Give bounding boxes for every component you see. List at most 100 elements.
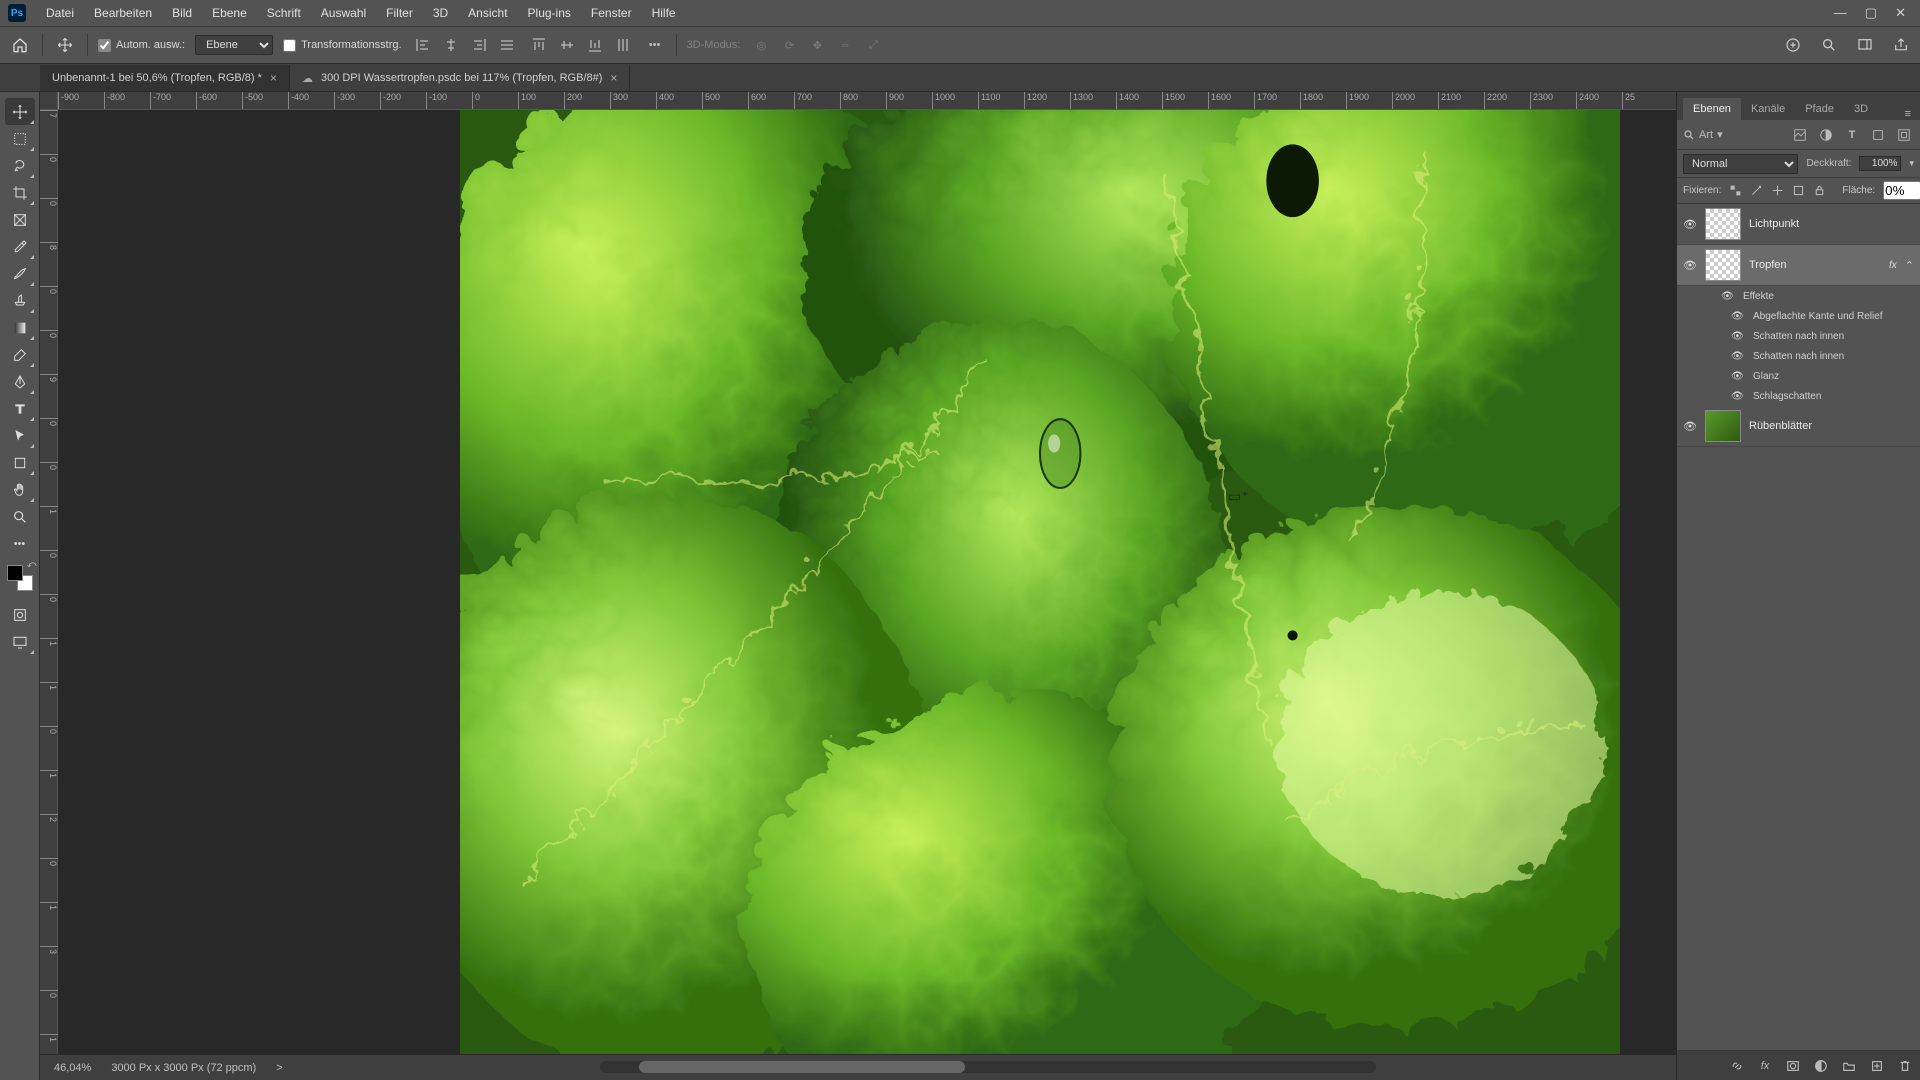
menu-plugins[interactable]: Plug-ins bbox=[518, 2, 581, 24]
menu-window[interactable]: Fenster bbox=[581, 2, 642, 24]
layer-effect[interactable]: 👁Schatten nach innen bbox=[1677, 346, 1920, 366]
lasso-tool[interactable] bbox=[5, 152, 35, 179]
menu-select[interactable]: Auswahl bbox=[311, 2, 376, 24]
layer-thumbnail[interactable] bbox=[1705, 208, 1741, 240]
menu-layer[interactable]: Ebene bbox=[202, 2, 257, 24]
search-icon[interactable] bbox=[1818, 34, 1840, 56]
visibility-icon[interactable]: 👁 bbox=[1731, 391, 1745, 402]
menu-edit[interactable]: Bearbeiten bbox=[84, 2, 162, 24]
menu-file[interactable]: Datei bbox=[36, 2, 84, 24]
window-close-icon[interactable]: ✕ bbox=[1895, 5, 1906, 21]
layer-thumbnail[interactable] bbox=[1705, 249, 1741, 281]
ruler-origin[interactable] bbox=[40, 92, 58, 110]
window-maximize-icon[interactable]: ▢ bbox=[1865, 5, 1877, 21]
align-vcenter-icon[interactable] bbox=[556, 34, 578, 56]
lock-pixels-icon[interactable] bbox=[1750, 182, 1763, 200]
visibility-icon[interactable]: 👁 bbox=[1731, 331, 1745, 342]
tab-3d[interactable]: 3D bbox=[1844, 98, 1878, 120]
distribute-h-icon[interactable] bbox=[496, 34, 518, 56]
horizontal-scrollbar[interactable] bbox=[600, 1061, 1376, 1073]
ruler-vertical[interactable]: 7008009001001101201301 bbox=[40, 110, 58, 1054]
layer-row[interactable]: 👁 Rübenblätter bbox=[1677, 406, 1920, 447]
lock-position-icon[interactable] bbox=[1771, 182, 1784, 200]
eraser-tool[interactable] bbox=[5, 341, 35, 368]
new-layer-icon[interactable] bbox=[1868, 1057, 1886, 1075]
window-minimize-icon[interactable]: — bbox=[1834, 5, 1847, 21]
chevron-down-icon[interactable]: ▾ bbox=[1909, 158, 1914, 169]
tab-paths[interactable]: Pfade bbox=[1795, 98, 1844, 120]
close-icon[interactable]: × bbox=[610, 71, 617, 85]
workspace-icon[interactable] bbox=[1854, 34, 1876, 56]
filter-adjust-icon[interactable] bbox=[1816, 125, 1836, 145]
align-top-icon[interactable] bbox=[528, 34, 550, 56]
lock-transparency-icon[interactable] bbox=[1729, 182, 1742, 200]
align-left-icon[interactable] bbox=[412, 34, 434, 56]
chevron-down-icon[interactable]: ⌃ bbox=[1905, 259, 1914, 272]
layer-name[interactable]: Lichtpunkt bbox=[1749, 218, 1914, 230]
gradient-tool[interactable] bbox=[5, 314, 35, 341]
path-select-tool[interactable] bbox=[5, 422, 35, 449]
visibility-icon[interactable]: 👁 bbox=[1731, 311, 1745, 322]
layer-filter-search[interactable]: Art ▾ bbox=[1683, 128, 1723, 141]
visibility-icon[interactable]: 👁 bbox=[1683, 420, 1697, 433]
shape-tool[interactable] bbox=[5, 449, 35, 476]
layer-style-icon[interactable]: fx bbox=[1756, 1057, 1774, 1075]
align-hcenter-icon[interactable] bbox=[440, 34, 462, 56]
visibility-icon[interactable]: 👁 bbox=[1721, 291, 1735, 302]
foreground-color-swatch[interactable] bbox=[7, 565, 23, 581]
layer-row[interactable]: 👁 Lichtpunkt bbox=[1677, 204, 1920, 245]
zoom-level[interactable]: 46,04% bbox=[54, 1062, 91, 1074]
eyedropper-tool[interactable] bbox=[5, 233, 35, 260]
adjustment-layer-icon[interactable] bbox=[1812, 1057, 1830, 1075]
tab-layers[interactable]: Ebenen bbox=[1683, 98, 1741, 120]
visibility-icon[interactable]: 👁 bbox=[1731, 351, 1745, 362]
layer-row[interactable]: 👁 Tropfen fx ⌃ bbox=[1677, 245, 1920, 286]
menu-type[interactable]: Schrift bbox=[257, 2, 311, 24]
menu-image[interactable]: Bild bbox=[162, 2, 202, 24]
share-icon[interactable] bbox=[1890, 34, 1912, 56]
move-tool[interactable] bbox=[5, 98, 35, 125]
filter-type-icon[interactable]: T bbox=[1842, 125, 1862, 145]
document-dimensions[interactable]: 3000 Px x 3000 Px (72 ppcm) bbox=[111, 1062, 256, 1074]
visibility-icon[interactable]: 👁 bbox=[1683, 218, 1697, 231]
lock-artboard-icon[interactable] bbox=[1792, 182, 1805, 200]
clone-stamp-tool[interactable] bbox=[5, 287, 35, 314]
swap-colors-icon[interactable]: ⤺ bbox=[27, 559, 37, 570]
opacity-input[interactable] bbox=[1859, 156, 1901, 171]
layer-effect[interactable]: 👁Abgeflachte Kante und Relief bbox=[1677, 306, 1920, 326]
edit-toolbar-icon[interactable]: ••• bbox=[5, 530, 35, 557]
fill-input[interactable] bbox=[1883, 181, 1920, 200]
filter-pixel-icon[interactable] bbox=[1790, 125, 1810, 145]
tab-channels[interactable]: Kanäle bbox=[1741, 98, 1795, 120]
auto-select-checkbox[interactable]: Autom. ausw.: bbox=[98, 39, 185, 52]
close-icon[interactable]: × bbox=[270, 71, 277, 85]
link-layers-icon[interactable] bbox=[1728, 1057, 1746, 1075]
ruler-horizontal[interactable]: -900-800-700-600-500-400-300-200-1000100… bbox=[58, 92, 1676, 110]
menu-3d[interactable]: 3D bbox=[423, 2, 458, 24]
document-canvas[interactable]: ▭⁺ bbox=[460, 110, 1620, 1080]
brush-tool[interactable] bbox=[5, 260, 35, 287]
crop-tool[interactable] bbox=[5, 179, 35, 206]
visibility-icon[interactable]: 👁 bbox=[1731, 371, 1745, 382]
document-tab[interactable]: ☁ 300 DPI Wassertropfen.psdc bei 117% (T… bbox=[290, 65, 630, 91]
distribute-v-icon[interactable] bbox=[612, 34, 634, 56]
blend-mode-select[interactable]: Normal bbox=[1683, 154, 1798, 174]
filter-smart-icon[interactable] bbox=[1894, 125, 1914, 145]
lock-all-icon[interactable] bbox=[1813, 182, 1826, 200]
layer-effect[interactable]: 👁Schlagschatten bbox=[1677, 386, 1920, 406]
effects-header[interactable]: 👁 Effekte bbox=[1677, 286, 1920, 306]
pen-tool[interactable] bbox=[5, 368, 35, 395]
delete-layer-icon[interactable] bbox=[1896, 1057, 1914, 1075]
document-tab[interactable]: Unbenannt-1 bei 50,6% (Tropfen, RGB/8) *… bbox=[40, 65, 290, 91]
cloud-docs-icon[interactable] bbox=[1782, 34, 1804, 56]
layer-name[interactable]: Tropfen bbox=[1749, 259, 1881, 271]
align-right-icon[interactable] bbox=[468, 34, 490, 56]
align-bottom-icon[interactable] bbox=[584, 34, 606, 56]
layer-effect[interactable]: 👁Glanz bbox=[1677, 366, 1920, 386]
home-icon[interactable] bbox=[8, 33, 32, 57]
zoom-tool[interactable] bbox=[5, 503, 35, 530]
layer-effect[interactable]: 👁Schatten nach innen bbox=[1677, 326, 1920, 346]
status-chevron-icon[interactable]: > bbox=[276, 1062, 282, 1074]
auto-select-target-select[interactable]: Ebene bbox=[195, 35, 273, 55]
layer-group-icon[interactable] bbox=[1840, 1057, 1858, 1075]
